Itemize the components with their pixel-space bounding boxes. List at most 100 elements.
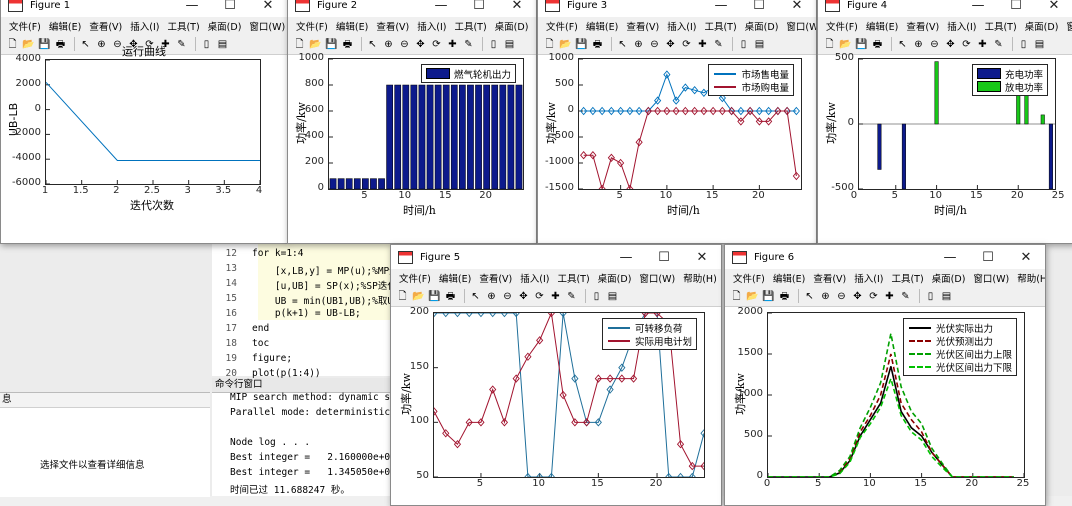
maximize-button[interactable]: ☐ xyxy=(645,245,683,269)
zoom-in-icon[interactable]: ⊕ xyxy=(382,38,395,51)
figure-window-3[interactable]: Figure 3 — ☐ ✕ 文件(F) 编辑(E) 查看(V) 插入(I) 工具(T) 桌面(D… xyxy=(537,0,817,244)
legend-icon[interactable]: ▤ xyxy=(753,38,766,51)
rotate-icon[interactable]: ⟳ xyxy=(960,38,973,51)
maximize-button[interactable]: ☐ xyxy=(997,0,1035,17)
menu-item[interactable]: 编辑(E) xyxy=(866,19,898,33)
menu-item[interactable]: 插入(I) xyxy=(520,271,549,285)
menu-item[interactable]: 桌面(D) xyxy=(1025,19,1059,33)
open-file-icon[interactable]: 📂 xyxy=(839,38,852,51)
print-icon[interactable]: 🖶 xyxy=(871,38,884,51)
menu-item[interactable]: 查看(V) xyxy=(479,271,512,285)
menu-item[interactable]: 查看(V) xyxy=(376,19,409,33)
code-line[interactable]: end xyxy=(252,323,269,334)
open-file-icon[interactable]: 📂 xyxy=(559,38,572,51)
code-line[interactable]: [u,UB] = SP(x);%SP迭代 xyxy=(252,278,397,292)
rotate-icon[interactable]: ⟳ xyxy=(867,290,880,303)
datatip-icon[interactable]: ✚ xyxy=(883,290,896,303)
pan-icon[interactable]: ✥ xyxy=(664,38,677,51)
menu-item[interactable]: 文件(F) xyxy=(733,271,765,285)
legend-icon[interactable]: ▤ xyxy=(216,38,229,51)
minimize-button[interactable]: — xyxy=(607,245,645,269)
menu-item[interactable]: 工具(T) xyxy=(984,19,1016,33)
open-file-icon[interactable]: 📂 xyxy=(746,290,759,303)
colorbar-icon[interactable]: ▯ xyxy=(924,290,937,303)
close-button[interactable]: ✕ xyxy=(683,245,721,269)
figure-window-4[interactable]: Figure 4 — ☐ ✕ 文件(F) 编辑(E) 查看(V) 插入(I) 工具(T) 桌面(D… xyxy=(817,0,1072,244)
code-editor[interactable]: 12 for k=1:4 13 [x,LB,y] = MP(u);%MP运 14… xyxy=(212,244,399,379)
legend[interactable]: 光伏实际出力 光伏预测出力 光伏区间出力上限 光伏区间出力下限 xyxy=(902,318,1017,376)
menu-item[interactable]: 编辑(E) xyxy=(773,271,805,285)
menu-item[interactable]: 窗口(W) xyxy=(786,19,816,33)
datatip-icon[interactable]: ✚ xyxy=(549,290,562,303)
rotate-icon[interactable]: ⟳ xyxy=(430,38,443,51)
window-titlebar[interactable]: Figure 1 — ☐ ✕ xyxy=(1,0,287,17)
pan-icon[interactable]: ✥ xyxy=(414,38,427,51)
zoom-in-icon[interactable]: ⊕ xyxy=(632,38,645,51)
menu-item[interactable]: 工具(T) xyxy=(167,19,199,33)
figure-window-1[interactable]: Figure 1 — ☐ ✕ 文件(F) 编辑(E) 查看(V) 插入(I) 工具(T) 桌面(D… xyxy=(0,0,288,244)
window-titlebar[interactable]: Figure 5 — ☐ ✕ xyxy=(391,245,721,269)
datatip-icon[interactable]: ✚ xyxy=(696,38,709,51)
new-file-icon[interactable]: 🗋 xyxy=(823,38,836,51)
axes[interactable] xyxy=(45,59,261,185)
print-icon[interactable]: 🖶 xyxy=(591,38,604,51)
menu-item[interactable]: 帮助(H) xyxy=(1017,271,1045,285)
command-window[interactable]: 命令行窗口 MIP search method: dynamic sear Pa… xyxy=(212,378,407,496)
legend-icon[interactable]: ▤ xyxy=(940,290,953,303)
menu-item[interactable]: 查看(V) xyxy=(813,271,846,285)
new-file-icon[interactable]: 🗋 xyxy=(6,38,19,51)
menu-item[interactable]: 工具(T) xyxy=(704,19,736,33)
window-titlebar[interactable]: Figure 6 — ☐ ✕ xyxy=(725,245,1045,269)
minimize-button[interactable]: — xyxy=(702,0,740,17)
figure-window-5[interactable]: Figure 5 — ☐ ✕ 文件(F) 编辑(E) 查看(V) 插入(I) 工具(T) 桌面(D… xyxy=(390,244,722,506)
zoom-in-icon[interactable]: ⊕ xyxy=(95,38,108,51)
menu-item[interactable]: 桌面(D) xyxy=(598,271,632,285)
code-line[interactable]: toc xyxy=(252,338,269,349)
pointer-icon[interactable]: ↖ xyxy=(469,290,482,303)
new-file-icon[interactable]: 🗋 xyxy=(730,290,743,303)
print-icon[interactable]: 🖶 xyxy=(444,290,457,303)
colorbar-icon[interactable]: ▯ xyxy=(1017,38,1030,51)
open-file-icon[interactable]: 📂 xyxy=(309,38,322,51)
zoom-out-icon[interactable]: ⊖ xyxy=(928,38,941,51)
save-icon[interactable]: 💾 xyxy=(855,38,868,51)
legend-icon[interactable]: ▤ xyxy=(606,290,619,303)
print-icon[interactable]: 🖶 xyxy=(54,38,67,51)
close-button[interactable]: ✕ xyxy=(498,0,536,17)
menu-item[interactable]: 工具(T) xyxy=(557,271,589,285)
colorbar-icon[interactable]: ▯ xyxy=(200,38,213,51)
minimize-button[interactable]: — xyxy=(931,245,969,269)
pan-icon[interactable]: ✥ xyxy=(944,38,957,51)
datatip-icon[interactable]: ✚ xyxy=(976,38,989,51)
datatip-icon[interactable]: ✚ xyxy=(446,38,459,51)
menu-item[interactable]: 桌面(D) xyxy=(932,271,966,285)
menu-item[interactable]: 编辑(E) xyxy=(586,19,618,33)
save-icon[interactable]: 💾 xyxy=(428,290,441,303)
legend-icon[interactable]: ▤ xyxy=(1033,38,1046,51)
menu-item[interactable]: 窗口(W) xyxy=(1066,19,1072,33)
figure-window-2[interactable]: Figure 2 — ☐ ✕ 文件(F) 编辑(E) 查看(V) 插入(I) 工具(T) 桌面(D… xyxy=(287,0,537,244)
menu-item[interactable]: 插入(I) xyxy=(667,19,696,33)
brush-icon[interactable]: ✎ xyxy=(565,290,578,303)
save-icon[interactable]: 💾 xyxy=(325,38,338,51)
menu-item[interactable]: 插入(I) xyxy=(854,271,883,285)
zoom-in-icon[interactable]: ⊕ xyxy=(485,290,498,303)
pointer-icon[interactable]: ↖ xyxy=(896,38,909,51)
zoom-out-icon[interactable]: ⊖ xyxy=(398,38,411,51)
legend[interactable]: 充电功率 放电功率 xyxy=(971,64,1048,96)
legend[interactable]: 燃气轮机出力 xyxy=(420,64,516,83)
menu-item[interactable]: 编辑(E) xyxy=(439,271,471,285)
new-file-icon[interactable]: 🗋 xyxy=(293,38,306,51)
zoom-in-icon[interactable]: ⊕ xyxy=(912,38,925,51)
code-line[interactable]: UB = min(UB1,UB);%取U xyxy=(252,293,393,307)
close-button[interactable]: ✕ xyxy=(1035,0,1072,17)
close-button[interactable]: ✕ xyxy=(249,0,287,17)
brush-icon[interactable]: ✎ xyxy=(712,38,725,51)
menu-item[interactable]: 文件(F) xyxy=(546,19,578,33)
menu-item[interactable]: 插入(I) xyxy=(947,19,976,33)
save-icon[interactable]: 💾 xyxy=(762,290,775,303)
menu-item[interactable]: 桌面(D) xyxy=(208,19,242,33)
menu-item[interactable]: 窗口(W) xyxy=(973,271,1009,285)
colorbar-icon[interactable]: ▯ xyxy=(590,290,603,303)
brush-icon[interactable]: ✎ xyxy=(899,290,912,303)
